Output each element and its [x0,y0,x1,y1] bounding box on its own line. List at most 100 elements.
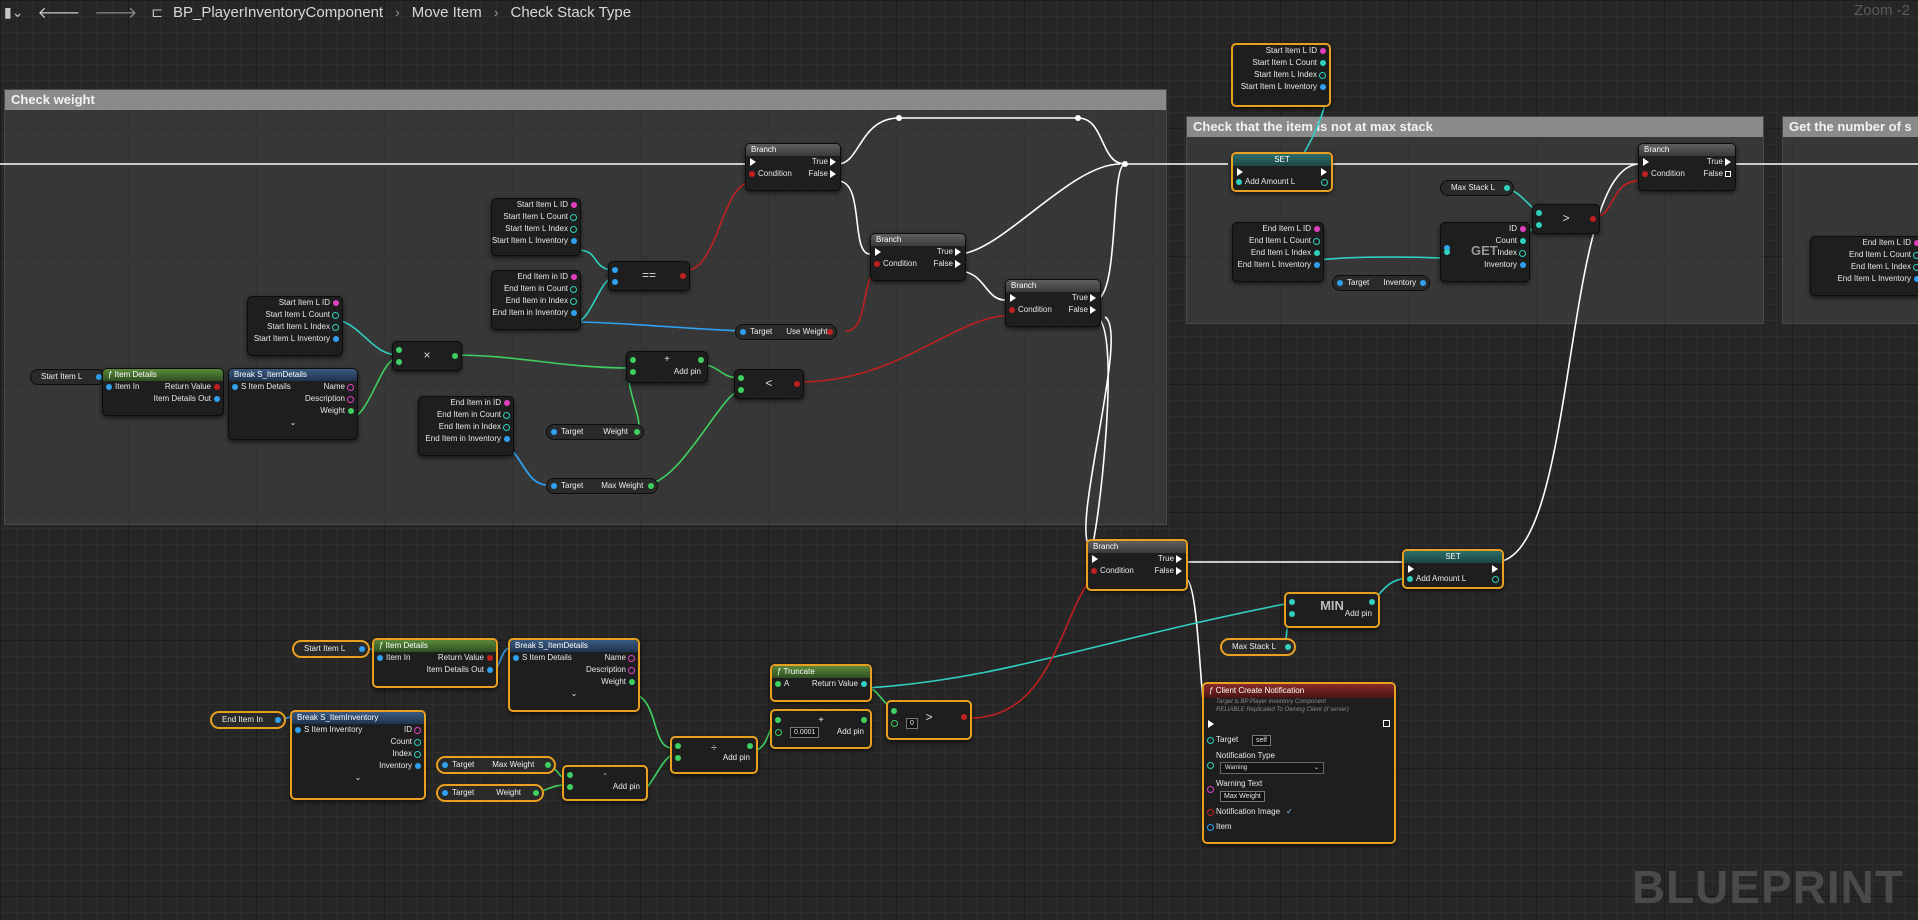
node-pin[interactable] [333,336,339,342]
node-pin[interactable] [347,396,354,403]
node-pin[interactable] [1520,238,1526,244]
node-pin[interactable] [1207,786,1214,793]
node-pin[interactable] [503,424,510,431]
node-pin[interactable] [1725,158,1731,166]
node-pin[interactable] [1520,226,1526,232]
node-pin[interactable] [1725,171,1731,177]
node-pin[interactable] [571,274,577,280]
node-pin[interactable] [1207,809,1214,816]
node-pin[interactable] [1010,294,1016,302]
inventory-getter[interactable]: Target Inventory [1332,275,1430,291]
node-pin[interactable] [487,667,493,673]
node-pin[interactable] [414,739,421,746]
node-pin[interactable] [570,214,577,221]
branch-node-4[interactable]: Branch True Condition False [1638,143,1736,191]
node-pin[interactable] [1207,824,1214,831]
divide-node[interactable]: Add pin ÷ [670,736,758,774]
node-pin[interactable] [214,384,220,390]
notification-image-checkbox[interactable]: ✓ [1286,806,1293,818]
end-item-l-vars-far-right[interactable]: End Item L ID End Item L Count End Item … [1810,236,1918,296]
truncate-node[interactable]: ƒ Truncate A Return Value [770,664,872,702]
start-item-l-getter[interactable]: Start Item L [30,369,106,385]
forward-arrow-icon[interactable]: 🡒 [90,2,141,23]
node-pin[interactable] [1321,179,1328,186]
node-pin[interactable] [504,400,510,406]
node-pin[interactable] [827,329,833,335]
node-pin[interactable] [414,751,421,758]
node-pin[interactable] [571,202,577,208]
node-pin[interactable] [333,300,339,306]
greater-than-node-lower[interactable]: 0 > [886,700,972,740]
node-pin[interactable] [551,429,557,435]
node-pin[interactable] [567,784,573,790]
node-pin[interactable] [1090,294,1096,302]
weight-getter-top[interactable]: Target Weight [546,424,644,440]
break-item-inventory[interactable]: Break S_ItemInventory S Item Inventory ID… [290,710,426,800]
max-stack-l-getter-lower[interactable]: Max Stack L [1220,638,1296,656]
node-pin[interactable] [332,324,339,331]
set-add-amount-top[interactable]: SET Add Amount L [1231,152,1333,192]
node-pin[interactable] [955,248,961,256]
start-item-vars-left[interactable]: Start Item L ID Start Item L Count Start… [247,296,343,356]
start-item-vars-right[interactable]: Start Item L ID Start Item L Count Start… [1231,43,1331,107]
node-pin[interactable] [232,384,238,390]
node-pin[interactable] [1314,250,1320,256]
node-pin[interactable] [503,412,510,419]
node-pin[interactable] [571,310,577,316]
exec-true-pin[interactable] [830,158,836,166]
node-pin[interactable] [1492,576,1499,583]
node-pin[interactable] [1320,48,1326,54]
node-pin[interactable] [1914,240,1918,246]
node-pin[interactable] [359,646,365,652]
branch-node-1[interactable]: Branch True Condition False [745,143,841,191]
node-pin[interactable] [1176,567,1182,575]
max-stack-l-getter-top[interactable]: Max Stack L [1440,180,1514,196]
add-value-input[interactable]: 0.0001 [790,727,820,738]
node-pin[interactable] [533,790,539,796]
multiply-node[interactable]: × [392,341,462,371]
node-pin[interactable] [1090,306,1096,314]
add-node-lower[interactable]: 0.0001 Add pin + [770,709,872,749]
use-weight-getter[interactable]: Target Use Weight [735,324,837,340]
client-notification-node[interactable]: ƒ Client Create Notification Target is B… [1202,682,1396,844]
node-pin[interactable] [675,755,681,761]
node-pin[interactable] [1519,250,1526,257]
node-pin[interactable] [1319,72,1326,79]
node-pin[interactable] [630,369,636,375]
max-weight-getter-lower[interactable]: Target Max Weight [436,756,556,774]
subtract-node[interactable]: Add pin - [562,765,648,801]
break-item-details-lower[interactable]: Break S_ItemDetails S Item Details Name D… [508,638,640,712]
node-pin[interactable] [1313,238,1320,245]
exec-in-pin[interactable] [750,158,756,166]
node-pin[interactable] [1237,168,1243,176]
weight-getter-lower[interactable]: Target Weight [436,784,544,802]
node-pin[interactable] [1408,565,1414,573]
node-pin[interactable] [545,762,551,768]
exec-false-pin[interactable] [830,170,836,178]
node-pin[interactable] [628,655,635,662]
end-item-vars-mid[interactable]: End Item in ID End Item in Count End Ite… [491,270,581,330]
node-pin[interactable] [875,248,881,256]
start-item-vars-mid[interactable]: Start Item L ID Start Item L Count Start… [491,198,581,256]
node-pin[interactable] [214,396,220,402]
node-pin[interactable] [955,260,961,268]
branch-node-5[interactable]: Branch True Condition False [1086,539,1188,591]
item-details-node-lower[interactable]: ƒ Item Details Item In Return Value Item … [372,638,498,688]
node-pin[interactable] [634,429,640,435]
node-pin[interactable] [1913,252,1918,259]
max-weight-getter-top[interactable]: Target Max Weight [546,478,658,494]
node-pin[interactable] [570,226,577,233]
node-pin[interactable] [1913,264,1918,271]
node-pin[interactable] [1092,555,1098,563]
node-pin[interactable] [1420,280,1426,286]
node-pin[interactable] [348,408,354,414]
add-node-top[interactable]: Add pin + [626,351,708,383]
node-pin[interactable] [1643,158,1649,166]
node-pin[interactable] [1009,307,1015,313]
branch-node-3[interactable]: Branch True Condition False [1005,279,1101,327]
node-pin[interactable] [1492,565,1498,573]
node-pin[interactable] [1504,185,1510,191]
node-pin[interactable] [1320,84,1326,90]
equal-node[interactable]: == [608,261,690,291]
min-node[interactable]: Add pin MIN [1284,592,1380,628]
